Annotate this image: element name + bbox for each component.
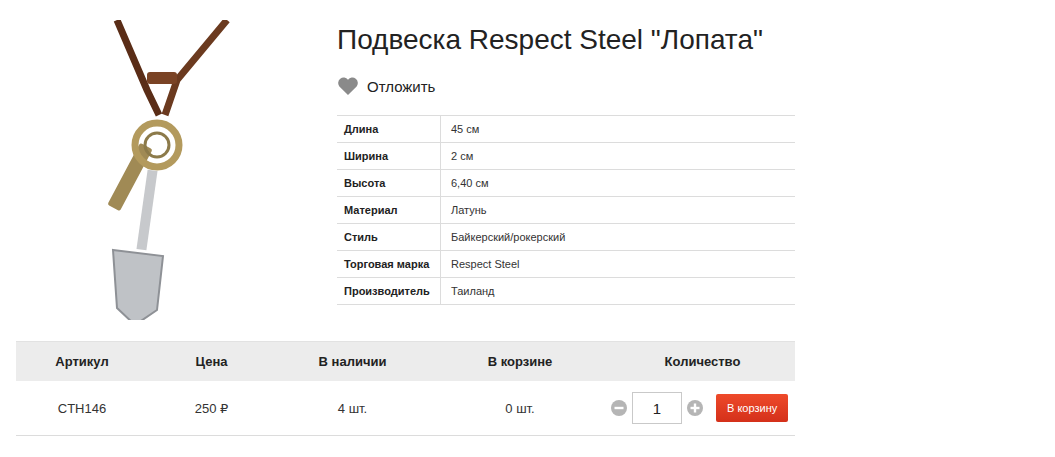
- spec-value: 2 см: [441, 143, 473, 169]
- spec-label: Ширина: [337, 143, 441, 169]
- column-header: В наличии: [275, 342, 430, 381]
- column-header: Количество: [610, 342, 795, 381]
- product-title: Подвеска Respect Steel "Лопата": [337, 20, 795, 60]
- add-to-cart-button[interactable]: В корзину: [716, 394, 788, 422]
- price-cell: 250 ₽: [148, 381, 275, 435]
- spec-value: Байкерский/рокерский: [441, 224, 565, 250]
- spec-label: Торговая марка: [337, 251, 441, 277]
- cart-cell: 0 шт.: [430, 381, 610, 435]
- spec-value: Таиланд: [441, 278, 495, 304]
- quantity-input[interactable]: 1: [632, 392, 682, 424]
- table-row: CTH146 250 ₽ 4 шт. 0 шт. 1 В корзину: [16, 381, 795, 436]
- spec-label: Производитель: [337, 278, 441, 304]
- article-cell: CTH146: [16, 381, 148, 435]
- spec-row: Ширина 2 см: [337, 143, 795, 170]
- spec-value: Respect Steel: [441, 251, 519, 277]
- heart-icon: [337, 76, 359, 96]
- spec-label: Длина: [337, 116, 441, 142]
- product-image: [16, 0, 337, 341]
- spec-row: Материал Латунь: [337, 197, 795, 224]
- spec-row: Производитель Таиланд: [337, 278, 795, 305]
- spec-row: Торговая марка Respect Steel: [337, 251, 795, 278]
- spec-row: Высота 6,40 см: [337, 170, 795, 197]
- column-header: В корзине: [430, 342, 610, 381]
- plus-icon[interactable]: [686, 399, 704, 417]
- spec-row: Стиль Байкерский/рокерский: [337, 224, 795, 251]
- minus-icon[interactable]: [610, 399, 628, 417]
- spec-label: Стиль: [337, 224, 441, 250]
- spec-label: Материал: [337, 197, 441, 223]
- table-header: АртикулЦенаВ наличииВ корзинеКоличество: [16, 341, 795, 381]
- product-page: Подвеска Respect Steel "Лопата" Отложить…: [0, 0, 1055, 457]
- favorite-button[interactable]: Отложить: [337, 74, 795, 98]
- spec-value: 45 см: [441, 116, 479, 142]
- stock-cell: 4 шт.: [275, 381, 430, 435]
- spec-value: Латунь: [441, 197, 487, 223]
- specs-table: Длина 45 смШирина 2 смВысота 6,40 смМате…: [337, 115, 795, 305]
- spec-row: Длина 45 см: [337, 116, 795, 143]
- spec-label: Высота: [337, 170, 441, 196]
- pendant-icon: [77, 20, 277, 320]
- offer-table: АртикулЦенаВ наличииВ корзинеКоличество …: [16, 341, 795, 436]
- spec-value: 6,40 см: [441, 170, 489, 196]
- column-header: Артикул: [16, 342, 148, 381]
- column-header: Цена: [148, 342, 275, 381]
- quantity-cell: 1 В корзину: [610, 381, 795, 435]
